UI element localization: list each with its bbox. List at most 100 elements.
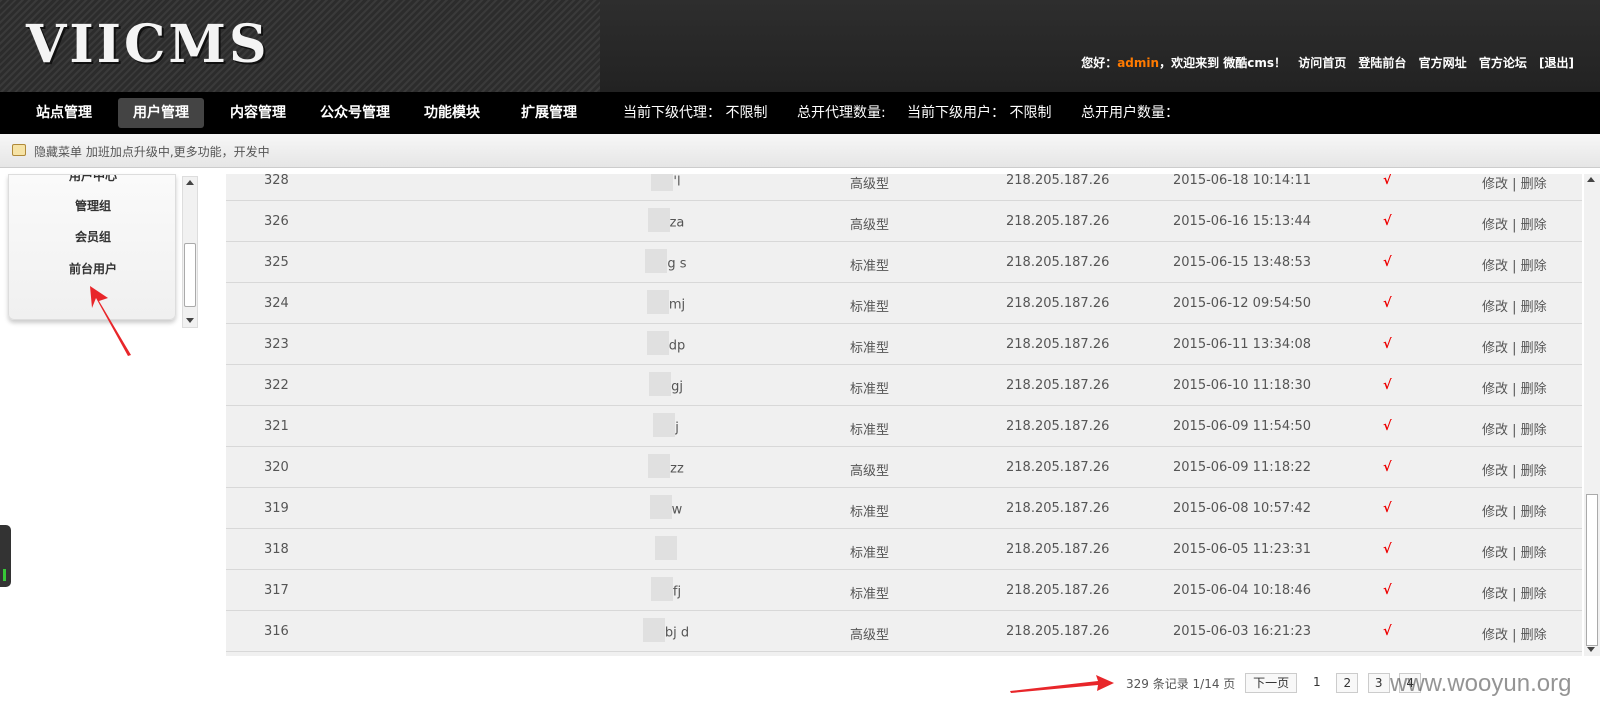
edit-link[interactable]: 修改 — [1482, 546, 1508, 561]
status-check-icon: √ — [1383, 255, 1392, 270]
table-row: 323 dp 标准型 218.205.187.26 2015-06-11 13:34:0… — [226, 324, 1582, 365]
page-current: 1 — [1312, 675, 1321, 689]
delete-link[interactable]: 删除 — [1521, 423, 1547, 438]
scroll-down-icon[interactable] — [1587, 647, 1595, 652]
sidebar-item-user-center[interactable]: 用户中心 — [9, 175, 175, 184]
delete-link[interactable]: 删除 — [1521, 382, 1547, 397]
stat-total-users: 总开用户数量： — [1081, 105, 1179, 121]
link-official-site[interactable]: 官方网址 — [1419, 56, 1467, 70]
delete-link[interactable]: 删除 — [1521, 464, 1547, 479]
redacted-block — [653, 413, 676, 437]
link-login-frontend[interactable]: 登陆前台 — [1358, 56, 1406, 70]
delete-link[interactable]: 删除 — [1521, 505, 1547, 520]
pagination: 329 条记录 1/14 页 下一页 1 2 3 4 — [1126, 673, 1427, 695]
link-official-forum[interactable]: 官方论坛 — [1479, 56, 1527, 70]
nav-user-management[interactable]: 用户管理 — [118, 98, 204, 128]
edit-link[interactable]: 修改 — [1482, 177, 1508, 192]
scroll-thumb[interactable] — [1586, 494, 1598, 646]
hide-menu-icon[interactable] — [12, 144, 26, 156]
page-link[interactable]: 3 — [1367, 673, 1390, 693]
sidebar-item-admin-group[interactable]: 管理组 — [9, 197, 175, 214]
redacted-block — [649, 372, 672, 396]
sidebar-scrollbar[interactable] — [182, 176, 198, 328]
left-panel-handle[interactable] — [0, 525, 11, 587]
delete-link[interactable]: 删除 — [1521, 177, 1547, 192]
username-visible-part: g s — [667, 256, 687, 272]
delete-link[interactable]: 删除 — [1521, 300, 1547, 315]
status-check-icon: √ — [1383, 460, 1392, 475]
cell-actions: 修改 | 删除 — [1482, 177, 1547, 192]
edit-link[interactable]: 修改 — [1482, 505, 1508, 520]
table-scrollbar[interactable] — [1584, 174, 1600, 656]
nav-site-management[interactable]: 站点管理 — [21, 98, 107, 128]
cell-id: 321 — [264, 419, 289, 434]
delete-link[interactable]: 删除 — [1521, 341, 1547, 356]
delete-link[interactable]: 删除 — [1521, 628, 1547, 643]
sub-bar-text[interactable]: 隐藏菜单 加班加点升级中,更多功能，开发中 — [34, 143, 270, 160]
link-visit-home[interactable]: 访问首页 — [1298, 56, 1346, 70]
delete-link[interactable]: 删除 — [1521, 218, 1547, 233]
cell-actions: 修改 | 删除 — [1482, 464, 1547, 479]
scroll-up-icon[interactable] — [186, 180, 194, 185]
edit-link[interactable]: 修改 — [1482, 259, 1508, 274]
table-row: 319 w 标准型 218.205.187.26 2015-06-08 10:57:42… — [226, 488, 1582, 529]
page-link[interactable]: 2 — [1336, 673, 1359, 693]
cell-type: 高级型 — [850, 464, 890, 479]
scroll-up-icon[interactable] — [1587, 177, 1595, 182]
edit-link[interactable]: 修改 — [1482, 300, 1508, 315]
edit-link[interactable]: 修改 — [1482, 587, 1508, 602]
cell-username — [606, 536, 726, 560]
nav-official-account-management[interactable]: 公众号管理 — [305, 98, 405, 128]
top-links: 您好：admin，欢迎来到 微酷cms！ 访问首页 登陆前台 官方网址 官方论坛… — [1081, 54, 1574, 71]
edit-link[interactable]: 修改 — [1482, 628, 1508, 643]
annotation-arrow-sidebar — [90, 286, 131, 356]
cell-time: 2015-06-15 13:48:53 — [1173, 255, 1312, 270]
table-row: 328 'l 高级型 218.205.187.26 2015-06-18 10:14:1… — [226, 174, 1582, 201]
table-row: 326 za 高级型 218.205.187.26 2015-06-16 15:13:4… — [226, 201, 1582, 242]
edit-link[interactable]: 修改 — [1482, 382, 1508, 397]
cell-type: 标准型 — [850, 587, 890, 602]
scroll-down-icon[interactable] — [186, 318, 194, 323]
table-row: 322 gj 标准型 218.205.187.26 2015-06-10 11:18:3… — [226, 365, 1582, 406]
handle-indicator — [3, 569, 6, 581]
nav-function-modules[interactable]: 功能模块 — [409, 98, 495, 128]
cell-ip: 218.205.187.26 — [1006, 255, 1110, 270]
edit-link[interactable]: 修改 — [1482, 218, 1508, 233]
cell-username: g s — [606, 249, 726, 273]
site-logo[interactable]: VIICMS — [26, 14, 270, 75]
edit-link[interactable]: 修改 — [1482, 341, 1508, 356]
delete-link[interactable]: 删除 — [1521, 587, 1547, 602]
status-check-icon: √ — [1383, 583, 1392, 598]
cell-type: 标准型 — [850, 259, 890, 274]
link-logout[interactable]: [退出] — [1539, 56, 1574, 70]
status-check-icon: √ — [1383, 214, 1392, 229]
cell-id: 323 — [264, 337, 289, 352]
cell-id: 324 — [264, 296, 289, 311]
table-row: 325 g s 标准型 218.205.187.26 2015-06-15 13:48:… — [226, 242, 1582, 283]
table-row: 317 fj 标准型 218.205.187.26 2015-06-04 10:18:4… — [226, 570, 1582, 611]
edit-link[interactable]: 修改 — [1482, 464, 1508, 479]
username-visible-part: 'l — [673, 174, 681, 190]
username-visible-part: bj d — [664, 625, 690, 641]
cell-ip: 218.205.187.26 — [1006, 174, 1110, 188]
sidebar-item-member-group[interactable]: 会员组 — [9, 228, 175, 245]
cell-time: 2015-06-12 09:54:50 — [1173, 296, 1312, 311]
cell-ip: 218.205.187.26 — [1006, 419, 1110, 434]
cell-type: 标准型 — [850, 300, 890, 315]
status-check-icon: √ — [1383, 378, 1392, 393]
table-row: 321 j 标准型 218.205.187.26 2015-06-09 11:54:50… — [226, 406, 1582, 447]
nav-extension-management[interactable]: 扩展管理 — [506, 98, 592, 128]
next-page-button[interactable]: 下一页 — [1245, 673, 1298, 693]
nav-content-management[interactable]: 内容管理 — [215, 98, 301, 128]
delete-link[interactable]: 删除 — [1521, 546, 1547, 561]
sidebar-item-frontend-users[interactable]: 前台用户 — [9, 260, 175, 277]
table-row: 320 zz 高级型 218.205.187.26 2015-06-09 11:18:2… — [226, 447, 1582, 488]
cell-type: 标准型 — [850, 341, 890, 356]
cell-time: 2015-06-05 11:23:31 — [1173, 542, 1312, 557]
table-row: 318 标准型 218.205.187.26 2015-06-05 11:23:31 √… — [226, 529, 1582, 570]
scroll-thumb[interactable] — [184, 243, 196, 307]
delete-link[interactable]: 删除 — [1521, 259, 1547, 274]
edit-link[interactable]: 修改 — [1482, 423, 1508, 438]
greeting-prefix: 您好： — [1081, 56, 1118, 70]
header-right-background — [600, 0, 1600, 92]
